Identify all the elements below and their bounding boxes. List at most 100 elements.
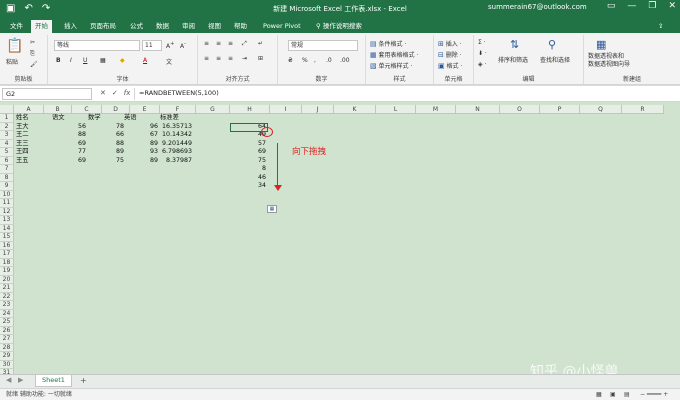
column-header[interactable]: J <box>302 105 334 114</box>
table-cell[interactable]: 10.14342 <box>130 131 192 140</box>
table-cell[interactable]: 王四 <box>16 148 42 157</box>
row-header[interactable]: 16 <box>0 241 14 250</box>
table-cell[interactable]: 王三 <box>16 140 42 149</box>
paste-icon[interactable]: 📋 <box>6 38 23 54</box>
column-header[interactable]: E <box>130 105 160 114</box>
row-header[interactable]: 9 <box>0 182 14 191</box>
accounting-format-icon[interactable]: ₴ <box>288 57 293 64</box>
format-cells-button[interactable]: ▣ 格式 · <box>438 61 462 70</box>
find-select-button[interactable]: 查找和选择 <box>540 55 570 64</box>
align-center-icon[interactable]: ≡ <box>216 55 221 62</box>
row-header[interactable]: 5 <box>0 148 14 157</box>
tab-home[interactable]: 开始 <box>31 20 52 33</box>
table-cell[interactable]: 8.37987 <box>130 157 192 166</box>
column-header[interactable]: N <box>456 105 500 114</box>
row-header[interactable]: 18 <box>0 258 14 267</box>
column-header[interactable]: P <box>540 105 580 114</box>
name-box[interactable]: G2 <box>2 88 92 100</box>
table-cell[interactable]: 34 <box>230 182 266 191</box>
decrease-decimal-icon[interactable]: .00 <box>340 57 350 64</box>
sheet-tab-sheet1[interactable]: Sheet1 <box>35 375 72 387</box>
table-cell[interactable]: 75 <box>230 157 266 166</box>
pivot-wizard-icon[interactable]: ▦ <box>596 38 606 51</box>
worksheet-grid[interactable]: ABCDEFGHIJKLMNOPQR 1 2 3 4 5 6 7 8 9 10 11 12 13 14 15… <box>0 105 680 374</box>
sort-filter-button[interactable]: 排序和筛选 <box>498 55 528 64</box>
column-header[interactable]: L <box>376 105 416 114</box>
autofill-options-icon[interactable]: ▦ <box>267 205 277 213</box>
table-cell[interactable]: 数学 <box>88 114 128 123</box>
row-header[interactable]: 3 <box>0 131 14 140</box>
indent-icon[interactable]: ⇥ <box>242 55 247 62</box>
merge-center-icon[interactable]: ⊞ <box>258 55 263 62</box>
table-cell[interactable]: 69 <box>230 148 266 157</box>
align-bottom-icon[interactable]: ≡ <box>228 40 233 47</box>
autosum-icon[interactable]: Σ · <box>478 39 486 46</box>
select-all-corner[interactable] <box>0 105 14 114</box>
row-header[interactable]: 10 <box>0 190 14 199</box>
tab-formulas[interactable]: 公式 <box>126 20 147 33</box>
ribbon-display-icon[interactable]: ▭ <box>607 1 616 11</box>
row-header[interactable]: 29 <box>0 352 14 361</box>
table-cell[interactable]: 8 <box>230 165 266 174</box>
row-header[interactable]: 14 <box>0 224 14 233</box>
minimize-icon[interactable]: — <box>627 1 636 11</box>
table-cell[interactable]: 王大 <box>16 123 42 132</box>
column-header[interactable]: R <box>622 105 664 114</box>
share-icon[interactable]: ⇪ <box>654 20 667 33</box>
formula-input[interactable]: =RANDBETWEEN(5,100) <box>134 88 674 100</box>
format-painter-icon[interactable]: 🖌 <box>30 61 38 68</box>
column-header[interactable]: Q <box>580 105 622 114</box>
tell-me-search[interactable]: ⚲ 操作说明搜索 <box>312 20 366 33</box>
increase-decimal-icon[interactable]: .0 <box>326 57 332 64</box>
align-top-icon[interactable]: ≡ <box>204 40 209 47</box>
row-header[interactable]: 17 <box>0 250 14 259</box>
table-cell[interactable]: 46 <box>230 174 266 183</box>
row-header[interactable]: 13 <box>0 216 14 225</box>
column-header[interactable]: K <box>334 105 376 114</box>
row-header[interactable]: 28 <box>0 343 14 352</box>
decrease-font-icon[interactable]: A- <box>180 41 186 50</box>
user-account[interactable]: summerain67@outlook.com <box>488 3 587 11</box>
column-header[interactable]: D <box>102 105 130 114</box>
percent-icon[interactable]: % <box>302 57 308 64</box>
conditional-format-button[interactable]: ▤ 条件格式 · <box>370 39 406 48</box>
row-header[interactable]: 8 <box>0 173 14 182</box>
scroll-left-icon[interactable]: ◀ <box>6 376 11 384</box>
font-size-select[interactable]: 11 <box>142 40 162 51</box>
close-icon[interactable]: ✕ <box>668 1 676 11</box>
row-header[interactable]: 11 <box>0 199 14 208</box>
align-right-icon[interactable]: ≡ <box>228 55 233 62</box>
cancel-icon[interactable]: ✕ <box>100 89 106 97</box>
row-header[interactable]: 6 <box>0 156 14 165</box>
copy-icon[interactable]: ⎘ <box>30 50 35 58</box>
row-header[interactable]: 4 <box>0 139 14 148</box>
sort-filter-icon[interactable]: ⇅ <box>510 38 519 51</box>
table-cell[interactable]: 标准差 <box>160 114 200 123</box>
find-select-icon[interactable]: ⚲ <box>548 38 556 51</box>
page-layout-view-icon[interactable]: ▣ <box>610 389 616 400</box>
column-header[interactable]: I <box>270 105 302 114</box>
clear-icon[interactable]: ◈ · <box>478 61 486 68</box>
tab-review[interactable]: 审阅 <box>178 20 199 33</box>
cell-styles-button[interactable]: ▧ 单元格样式 · <box>370 61 412 70</box>
page-break-view-icon[interactable]: ▤ <box>624 389 630 400</box>
wrap-text-icon[interactable]: ↵ <box>258 40 263 47</box>
row-header[interactable]: 24 <box>0 309 14 318</box>
add-sheet-button[interactable]: + <box>80 376 87 385</box>
row-header[interactable]: 7 <box>0 165 14 174</box>
row-header[interactable]: 15 <box>0 233 14 242</box>
tab-file[interactable]: 文件 <box>6 20 27 33</box>
column-header[interactable]: A <box>14 105 44 114</box>
table-cell[interactable]: 16.35713 <box>130 123 192 132</box>
underline-button[interactable]: U <box>83 57 87 64</box>
row-header[interactable]: 1 <box>0 114 14 123</box>
paste-button[interactable]: 粘贴 <box>6 57 18 66</box>
fill-color-icon[interactable]: ◆ <box>120 57 125 64</box>
column-header[interactable]: C <box>72 105 102 114</box>
table-cell[interactable]: 57 <box>230 140 266 149</box>
tab-page-layout[interactable]: 页面布局 <box>86 20 120 33</box>
row-header[interactable]: 21 <box>0 284 14 293</box>
column-header[interactable]: B <box>44 105 72 114</box>
table-cell[interactable]: 9.201449 <box>130 140 192 149</box>
format-as-table-button[interactable]: ▦ 套用表格格式 · <box>370 50 418 59</box>
